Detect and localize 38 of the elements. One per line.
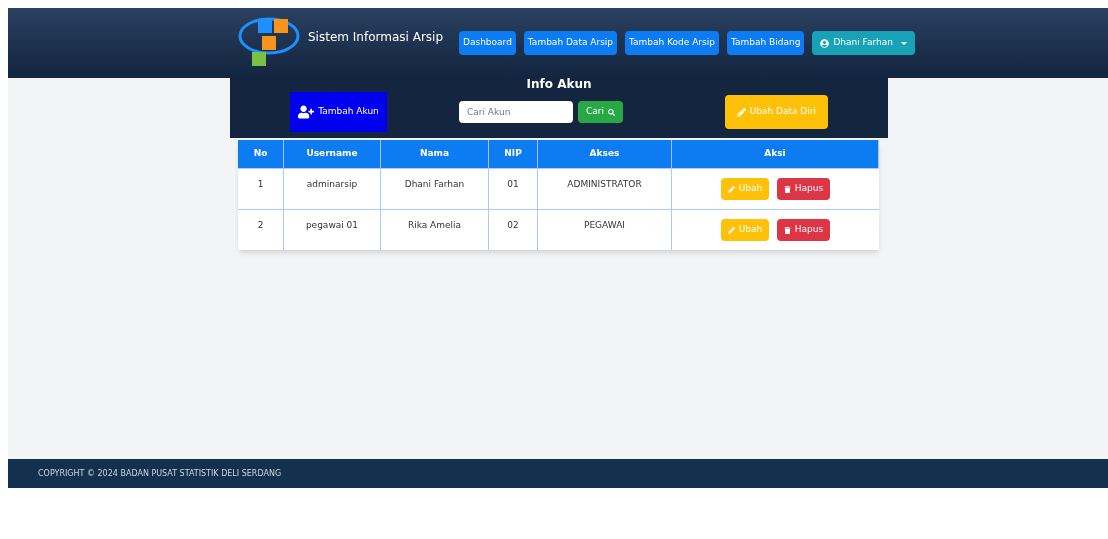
table-cell: pegawai 01 bbox=[284, 210, 381, 250]
column-header: Akses bbox=[538, 140, 672, 168]
pencil-icon bbox=[727, 185, 735, 193]
user-icon bbox=[820, 38, 830, 48]
add-account-button[interactable]: Tambah Akun bbox=[290, 92, 387, 132]
table-cell: PEGAWAI bbox=[538, 210, 672, 250]
nav-button[interactable]: Tambah Data Arsip bbox=[523, 31, 618, 55]
caret-icon bbox=[900, 41, 907, 45]
app-title: Sistem Informasi Arsip bbox=[308, 29, 444, 46]
table-cell: 2 bbox=[238, 210, 284, 250]
table-cell: Dhani Farhan bbox=[381, 169, 489, 209]
table-cell: ADMINISTRATOR bbox=[538, 169, 672, 209]
user-menu-button[interactable]: Dhani Farhan bbox=[812, 31, 915, 55]
nav-button[interactable]: Dashboard bbox=[459, 31, 516, 55]
nav-button[interactable]: Tambah Bidang bbox=[727, 31, 805, 55]
column-header: No bbox=[238, 140, 284, 168]
table-cell: Rika Amelia bbox=[381, 210, 489, 250]
column-header: Nama bbox=[381, 140, 489, 168]
pencil-icon bbox=[727, 226, 735, 234]
column-header: Username bbox=[284, 140, 381, 168]
pencil-icon bbox=[736, 107, 746, 117]
table-cell: adminarsip bbox=[284, 169, 381, 209]
column-header: NIP bbox=[489, 140, 538, 168]
search-button[interactable]: Cari bbox=[578, 101, 623, 123]
delete-button[interactable]: Hapus bbox=[777, 178, 830, 200]
search-icon bbox=[608, 108, 615, 116]
trash-icon bbox=[783, 185, 791, 193]
panel-title: Info Akun bbox=[526, 78, 592, 90]
delete-button[interactable]: Hapus bbox=[777, 219, 830, 241]
search-field[interactable]: Cari Akun bbox=[459, 101, 573, 123]
table-cell: 02 bbox=[489, 210, 538, 250]
nav-button[interactable]: Tambah Kode Arsip bbox=[625, 31, 719, 55]
add-user-icon bbox=[298, 104, 315, 120]
column-header: Aksi bbox=[672, 140, 879, 168]
copyright-text: COPYRIGHT © 2024 BADAN PUSAT STATISTIK DELI SERDANG bbox=[38, 467, 282, 480]
trash-icon bbox=[783, 226, 791, 234]
table-cell: 01 bbox=[489, 169, 538, 209]
table-cell: 1 bbox=[238, 169, 284, 209]
